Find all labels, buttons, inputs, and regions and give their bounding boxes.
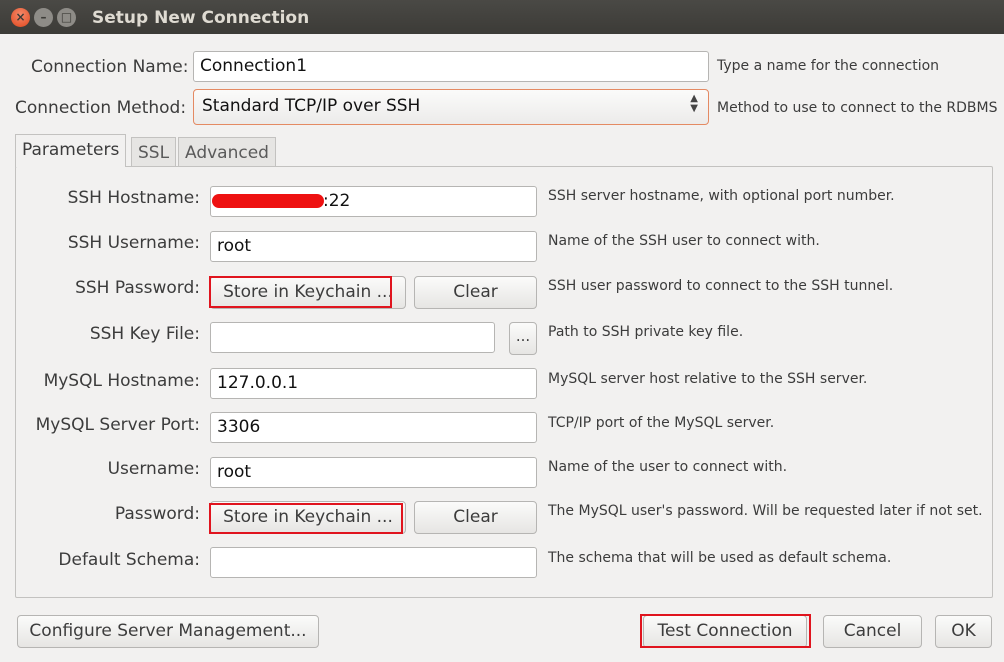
ssh-hostname-label: SSH Hostname:	[67, 188, 200, 208]
clear-password-button[interactable]: Clear	[414, 501, 537, 534]
ssh-key-file-label: SSH Key File:	[89, 324, 200, 344]
default-schema-hint: The schema that will be used as default …	[548, 550, 892, 566]
ssh-store-keychain-button[interactable]: Store in Keychain ...	[210, 276, 406, 309]
close-window-icon[interactable]: ×	[11, 8, 30, 27]
mysql-hostname-input[interactable]: 127.0.0.1	[210, 368, 537, 399]
ssh-key-file-input[interactable]	[210, 322, 495, 353]
browse-key-file-button[interactable]: ...	[509, 322, 537, 355]
tab-ssl[interactable]: SSL	[131, 137, 177, 166]
connection-method-value: Standard TCP/IP over SSH	[202, 96, 421, 116]
ssh-clear-password-button[interactable]: Clear	[414, 276, 537, 309]
connection-method-hint: Method to use to connect to the RDBMS	[717, 100, 998, 116]
default-schema-input[interactable]	[210, 547, 537, 578]
connection-method-label: Connection Method:	[15, 98, 187, 118]
mysql-port-hint: TCP/IP port of the MySQL server.	[548, 415, 775, 431]
username-hint: Name of the user to connect with.	[548, 459, 788, 475]
mysql-port-label: MySQL Server Port:	[35, 415, 200, 435]
password-label: Password:	[114, 504, 200, 524]
ssh-username-input[interactable]: root	[210, 231, 537, 262]
ssh-key-file-hint: Path to SSH private key file.	[548, 324, 744, 340]
ssh-hostname-hint: SSH server hostname, with optional port …	[548, 188, 895, 204]
title-bar: × – □ Setup New Connection	[0, 0, 1004, 34]
mysql-hostname-hint: MySQL server host relative to the SSH se…	[548, 371, 868, 387]
connection-name-input[interactable]: Connection1	[193, 51, 709, 82]
mysql-hostname-label: MySQL Hostname:	[43, 371, 200, 391]
connection-name-label: Connection Name:	[31, 57, 189, 77]
ssh-password-label: SSH Password:	[75, 278, 200, 298]
tab-parameters[interactable]: Parameters	[15, 134, 127, 167]
ok-button[interactable]: OK	[935, 615, 992, 648]
username-input[interactable]: root	[210, 457, 537, 488]
mysql-port-input[interactable]: 3306	[210, 412, 537, 443]
tab-advanced[interactable]: Advanced	[178, 137, 276, 166]
minimize-window-icon[interactable]: –	[34, 8, 53, 27]
maximize-window-icon[interactable]: □	[57, 8, 76, 27]
configure-server-management-button[interactable]: Configure Server Management...	[17, 615, 319, 648]
redaction-mark	[212, 194, 324, 208]
username-label: Username:	[107, 459, 200, 479]
store-keychain-button[interactable]: Store in Keychain ...	[210, 501, 406, 534]
ssh-username-hint: Name of the SSH user to connect with.	[548, 233, 820, 249]
test-connection-button[interactable]: Test Connection	[643, 615, 807, 648]
ssh-username-label: SSH Username:	[67, 233, 200, 253]
cancel-button[interactable]: Cancel	[823, 615, 922, 648]
connection-name-hint: Type a name for the connection	[717, 58, 940, 74]
chevron-up-down-icon: ▲ ▼	[690, 93, 698, 114]
ssh-password-hint: SSH user password to connect to the SSH …	[548, 278, 894, 294]
connection-method-select[interactable]: Standard TCP/IP over SSH ▲ ▼	[193, 89, 709, 125]
password-hint: The MySQL user's password. Will be reque…	[548, 503, 983, 519]
default-schema-label: Default Schema:	[58, 550, 200, 570]
window-title: Setup New Connection	[92, 8, 310, 28]
